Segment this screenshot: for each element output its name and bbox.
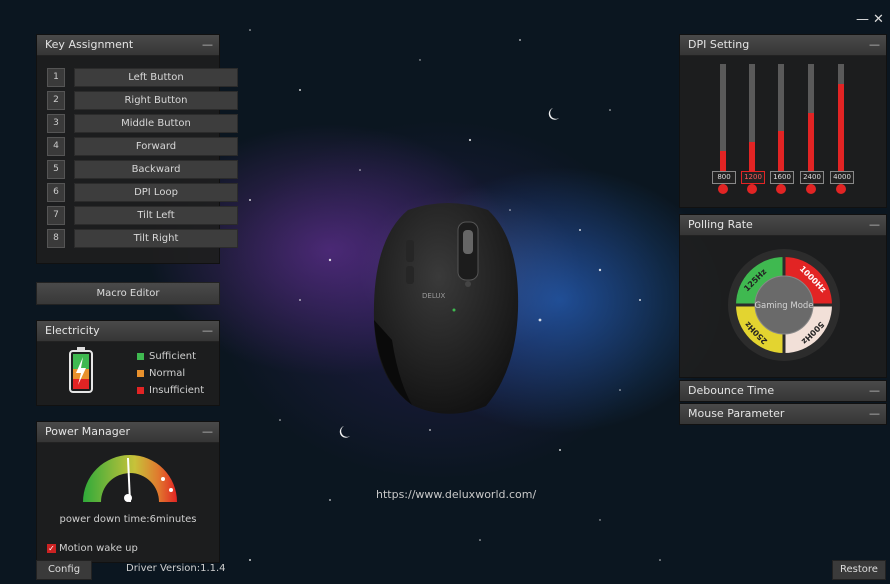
- battery-legend-item: Sufficient: [137, 351, 196, 362]
- dpi-value-label[interactable]: 2400: [800, 171, 824, 184]
- mouse-image: DELUX: [373, 203, 519, 414]
- motion-wake-label: Motion wake up: [59, 543, 138, 554]
- debounce-time-title: Debounce Time: [688, 384, 775, 397]
- key-assign-button[interactable]: Left Button: [74, 68, 238, 87]
- macro-editor-button[interactable]: Macro Editor: [36, 282, 220, 305]
- gaming-mode-label: Gaming Mode: [754, 301, 813, 311]
- website-url[interactable]: https://www.deluxworld.com/: [376, 488, 536, 501]
- collapse-icon[interactable]: —: [869, 215, 880, 235]
- key-number: 2: [47, 91, 65, 110]
- dpi-value-label[interactable]: 1200: [741, 171, 765, 184]
- key-row[interactable]: 3 Middle Button: [47, 114, 238, 133]
- dpi-slider-fill: [778, 131, 784, 176]
- dpi-select-knob[interactable]: [718, 184, 728, 194]
- dpi-slider-track[interactable]: [838, 64, 844, 176]
- key-number: 3: [47, 114, 65, 133]
- dpi-select-knob[interactable]: [806, 184, 816, 194]
- key-row[interactable]: 8 Tilt Right: [47, 229, 238, 248]
- key-row[interactable]: 1 Left Button: [47, 68, 238, 87]
- key-row[interactable]: 2 Right Button: [47, 91, 238, 110]
- dpi-slider-track[interactable]: [749, 64, 755, 176]
- power-manager-panel: Power Manager — power down time:6minutes…: [36, 421, 220, 563]
- dpi-select-knob[interactable]: [747, 184, 757, 194]
- electricity-title: Electricity: [45, 324, 100, 337]
- legend-swatch: [137, 352, 144, 360]
- dpi-value-label[interactable]: 800: [712, 171, 736, 184]
- mouse-parameter-title: Mouse Parameter: [688, 407, 785, 420]
- key-assign-button[interactable]: Tilt Left: [74, 206, 238, 225]
- key-assignment-title: Key Assignment: [45, 38, 134, 51]
- key-number: 6: [47, 183, 65, 202]
- dpi-slider-fill: [838, 84, 844, 176]
- power-down-status: power down time:6minutes: [59, 514, 197, 525]
- dpi-value-label[interactable]: 4000: [830, 171, 854, 184]
- key-number: 8: [47, 229, 65, 248]
- key-assign-button[interactable]: Backward: [74, 160, 238, 179]
- collapse-icon[interactable]: —: [202, 35, 213, 55]
- config-button[interactable]: Config: [36, 560, 92, 580]
- electricity-panel: Electricity — Sufficient Normal Insufficie…: [36, 320, 220, 406]
- dpi-select-knob[interactable]: [836, 184, 846, 194]
- power-manager-header: Power Manager —: [37, 422, 219, 443]
- power-manager-title: Power Manager: [45, 425, 130, 438]
- legend-swatch: [137, 369, 144, 377]
- key-assignment-panel: Key Assignment — 1 Left Button 2 Right Butt…: [36, 34, 238, 264]
- dpi-slider-track[interactable]: [778, 64, 784, 176]
- key-assign-button[interactable]: Tilt Right: [74, 229, 238, 248]
- dpi-setting-title: DPI Setting: [688, 38, 750, 51]
- mouse-brand: DELUX: [422, 292, 445, 300]
- dpi-select-knob[interactable]: [776, 184, 786, 194]
- polling-rate-header: Polling Rate —: [680, 215, 886, 236]
- collapse-icon[interactable]: —: [202, 422, 213, 442]
- power-down-gauge[interactable]: [75, 446, 185, 508]
- collapse-icon[interactable]: —: [869, 381, 880, 401]
- minimize-button[interactable]: —: [856, 12, 869, 27]
- battery-legend-item: Normal: [137, 368, 185, 379]
- legend-swatch: [137, 386, 144, 394]
- key-row[interactable]: 4 Forward: [47, 137, 238, 156]
- driver-version: Driver Version:1.1.4: [126, 563, 226, 574]
- key-number: 4: [47, 137, 65, 156]
- key-assignment-header: Key Assignment —: [37, 35, 219, 56]
- close-button[interactable]: ✕: [873, 12, 884, 27]
- motion-wake-row: ✓ Motion wake up: [47, 543, 138, 554]
- battery-icon: [69, 347, 93, 393]
- legend-label: Normal: [149, 368, 186, 379]
- restore-button[interactable]: Restore: [832, 560, 886, 580]
- electricity-header: Electricity —: [37, 321, 219, 342]
- debounce-time-panel[interactable]: Debounce Time —: [679, 380, 887, 402]
- collapse-icon[interactable]: —: [202, 321, 213, 341]
- collapse-icon[interactable]: —: [869, 35, 880, 55]
- dpi-value-label[interactable]: 1600: [770, 171, 794, 184]
- polling-rate-dial[interactable]: Gaming Mode 125Hz 1000Hz 500Hz 250Hz: [727, 248, 841, 362]
- polling-rate-panel: Polling Rate — Gaming Mode 125Hz 1000Hz …: [679, 214, 887, 378]
- dpi-slider-track[interactable]: [720, 64, 726, 176]
- legend-label: Insufficient: [149, 385, 205, 396]
- motion-wake-checkbox[interactable]: ✓: [47, 543, 56, 553]
- key-row[interactable]: 7 Tilt Left: [47, 206, 238, 225]
- dpi-slider-fill: [808, 113, 814, 176]
- key-assign-button[interactable]: Forward: [74, 137, 238, 156]
- key-row[interactable]: 6 DPI Loop: [47, 183, 238, 202]
- dpi-setting-header: DPI Setting —: [680, 35, 886, 56]
- mouse-parameter-header[interactable]: Mouse Parameter —: [680, 404, 886, 424]
- key-row[interactable]: 5 Backward: [47, 160, 238, 179]
- key-number: 1: [47, 68, 65, 87]
- polling-rate-title: Polling Rate: [688, 218, 753, 231]
- debounce-time-header[interactable]: Debounce Time —: [680, 381, 886, 401]
- key-assign-button[interactable]: DPI Loop: [74, 183, 238, 202]
- legend-label: Sufficient: [149, 351, 197, 362]
- key-number: 7: [47, 206, 65, 225]
- key-assign-button[interactable]: Right Button: [74, 91, 238, 110]
- collapse-icon[interactable]: —: [869, 404, 880, 424]
- dpi-slider-track[interactable]: [808, 64, 814, 176]
- mouse-parameter-panel[interactable]: Mouse Parameter —: [679, 403, 887, 425]
- battery-legend-item: Insufficient: [137, 385, 204, 396]
- key-number: 5: [47, 160, 65, 179]
- key-assign-button[interactable]: Middle Button: [74, 114, 238, 133]
